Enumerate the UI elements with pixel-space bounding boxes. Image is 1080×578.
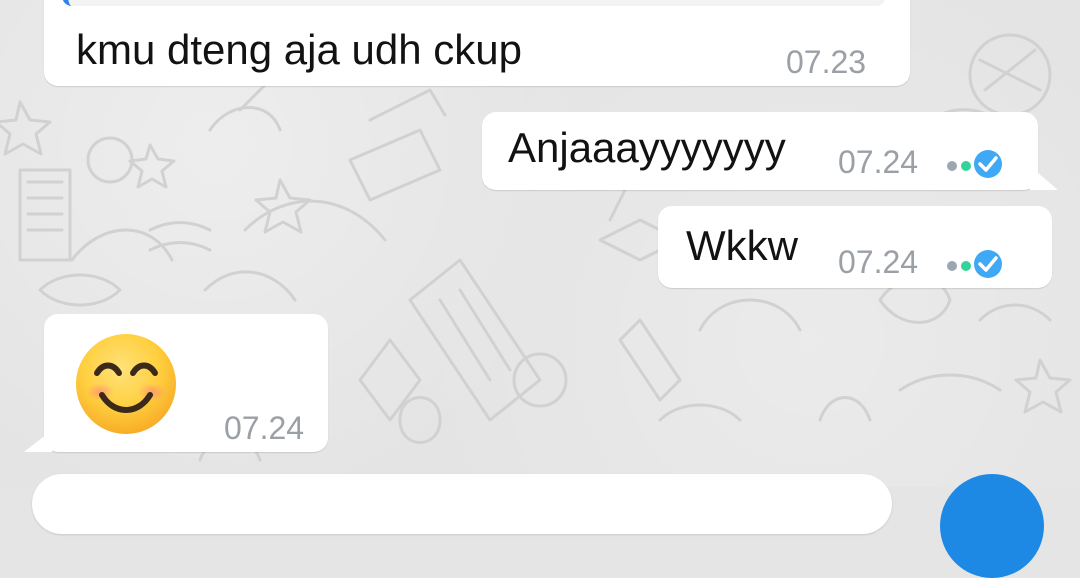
message-input-bar[interactable] xyxy=(32,474,892,534)
message-text: Wkkw xyxy=(686,222,798,269)
smiling-face-emoji-icon xyxy=(76,334,176,434)
message-text: Anjaaayyyyyyy xyxy=(508,124,786,171)
message-text: kmu dteng aja udh ckup xyxy=(76,26,522,73)
double-check-icon xyxy=(947,150,1002,178)
message-timestamp: 07.24 xyxy=(838,144,919,180)
incoming-bubble-tail xyxy=(24,430,52,452)
incoming-message-bubble[interactable]: kmu dteng aja udh ckup 07.23 xyxy=(44,0,910,86)
message-timestamp: 07.23 xyxy=(786,44,867,80)
outgoing-message-bubble[interactable]: Wkkw 07.24 xyxy=(658,206,1052,288)
quoted-reply-strip[interactable] xyxy=(62,0,886,6)
message-timestamp: 07.24 xyxy=(838,244,919,280)
outgoing-message-bubble[interactable]: Anjaaayyyyyyy 07.24 xyxy=(482,112,1038,190)
message-timestamp: 07.24 xyxy=(224,410,305,446)
send-button-icon[interactable] xyxy=(940,474,1044,578)
double-check-icon xyxy=(947,250,1002,278)
outgoing-bubble-tail xyxy=(1030,166,1058,190)
